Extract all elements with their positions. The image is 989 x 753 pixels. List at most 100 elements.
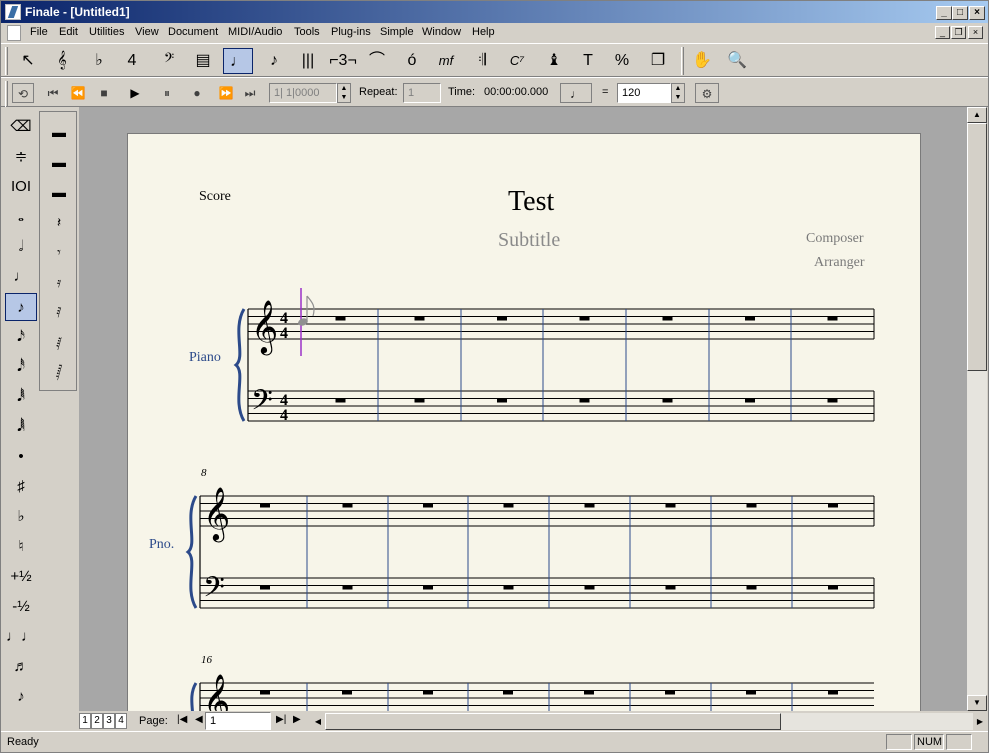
tempo-note-icon[interactable]: ♩ — [560, 83, 592, 103]
expression-tool-icon[interactable]: mf — [431, 48, 461, 74]
whole-rest-bass[interactable] — [342, 585, 353, 590]
simple-palette-tool-8-icon[interactable]: 𝅘𝅥𝅯 — [5, 323, 37, 351]
simple-palette-tool-20-icon[interactable]: ♪ — [5, 683, 37, 711]
simple-palette-tool-16-icon[interactable]: +½ — [5, 563, 37, 591]
play-icon[interactable]: ▶ — [124, 83, 146, 103]
stop-icon[interactable]: ■ — [93, 83, 115, 103]
whole-rest-treble[interactable] — [746, 690, 756, 695]
scroll-left-icon[interactable]: ◀ — [311, 713, 325, 730]
speedy-entry-tool-icon[interactable]: ♪ — [259, 48, 289, 74]
menu-simple[interactable]: Simple — [380, 26, 414, 38]
vertical-scrollbar[interactable]: ▲ ▼ — [967, 107, 987, 711]
simple-palette-tool-17-icon[interactable]: -½ — [5, 593, 37, 621]
whole-rest-bass[interactable] — [828, 585, 838, 590]
loop-icon[interactable]: ⟲ — [12, 83, 34, 103]
whole-rest-treble[interactable] — [584, 503, 595, 508]
doc-restore-button[interactable]: ❐ — [951, 26, 966, 39]
toolbar-grip[interactable] — [5, 47, 8, 75]
whole-rest-bass[interactable] — [579, 398, 590, 403]
page-tab-1[interactable]: 1 — [79, 713, 91, 729]
whole-rest-treble[interactable] — [584, 690, 594, 695]
menu-window[interactable]: Window — [422, 26, 461, 38]
staff-tool-icon[interactable]: 𝄞 — [47, 48, 77, 74]
simple-palette-tool-5-icon[interactable]: 𝅗𝅥 — [5, 233, 37, 261]
rewind-start-icon[interactable]: ⏮ — [42, 83, 64, 103]
simple-palette-tool-6-icon[interactable]: ♩ — [5, 263, 37, 291]
page-number-field[interactable]: 1 — [205, 712, 271, 730]
rest-tool-8-icon[interactable]: 𝅁 — [44, 328, 74, 356]
rest-tool-2-icon[interactable]: ▬ — [44, 148, 74, 176]
whole-rest-bass[interactable] — [746, 585, 757, 590]
whole-rest-treble[interactable] — [746, 503, 757, 508]
whole-rest-treble[interactable] — [503, 690, 513, 695]
menu-midi-audio[interactable]: MIDI/Audio — [228, 26, 282, 38]
prev-page-icon[interactable]: ◀ — [195, 714, 203, 725]
rest-tool-7-icon[interactable]: 𝅀 — [44, 298, 74, 326]
whole-rest-bass[interactable] — [665, 585, 676, 590]
simple-palette-tool-1-icon[interactable]: ⌫ — [5, 113, 37, 141]
simple-palette-tool-15-icon[interactable]: ♮ — [5, 533, 37, 561]
whole-rest-bass[interactable] — [503, 585, 514, 590]
rewind-icon[interactable]: ⏪ — [67, 83, 89, 103]
measure-position-field[interactable]: 1| 1|0000 — [269, 83, 337, 103]
doc-minimize-button[interactable]: _ — [935, 26, 950, 39]
hand-grabber-tool-icon[interactable]: ✋ — [687, 48, 717, 74]
first-page-icon[interactable]: |◀ — [177, 714, 187, 725]
hyperscribe-tool-icon[interactable]: ||| — [293, 48, 323, 74]
rest-tool-5-icon[interactable]: 𝄾 — [44, 238, 74, 266]
maximize-button[interactable]: □ — [952, 6, 968, 20]
key-signature-tool-icon[interactable]: ♭ — [84, 48, 114, 74]
simple-palette-tool-2-icon[interactable]: ≑ — [5, 143, 37, 171]
rest-tool-9-icon[interactable]: 𝅂 — [44, 358, 74, 386]
whole-rest-treble[interactable] — [665, 690, 675, 695]
grand-staff-brace[interactable] — [233, 308, 246, 422]
rest-tool-6-icon[interactable]: 𝄿 — [44, 268, 74, 296]
horizontal-scroll-thumb[interactable] — [325, 713, 781, 730]
whole-rest-treble[interactable] — [497, 316, 507, 321]
tempo-spinner[interactable]: ▲ ▼ — [671, 83, 685, 103]
whole-rest-treble[interactable] — [745, 316, 755, 321]
whole-rest-treble[interactable] — [423, 503, 433, 508]
whole-rest-treble[interactable] — [342, 690, 352, 695]
playback-settings-icon[interactable]: ⚙ — [695, 83, 719, 103]
whole-rest-bass[interactable] — [414, 398, 425, 403]
simple-palette-tool-13-icon[interactable]: ♯ — [5, 473, 37, 501]
menu-help[interactable]: Help — [472, 26, 495, 38]
scroll-up-icon[interactable]: ▲ — [967, 107, 987, 123]
next-page-icon[interactable]: ▶| — [276, 714, 286, 725]
whole-rest-bass[interactable] — [662, 398, 673, 403]
whole-rest-treble[interactable] — [828, 503, 838, 508]
measure-tool-icon[interactable]: ▤ — [188, 48, 218, 74]
whole-rest-bass[interactable] — [260, 585, 270, 590]
menu-file[interactable]: File — [30, 26, 48, 38]
simple-palette-tool-14-icon[interactable]: ♭ — [5, 503, 37, 531]
text-tool-icon[interactable]: T — [573, 48, 603, 74]
fast-forward-end-icon[interactable]: ⏭ — [239, 83, 261, 103]
rest-tool-4-icon[interactable]: 𝄽 — [44, 208, 74, 236]
whole-rest-treble[interactable] — [662, 316, 673, 321]
simple-palette-tool-10-icon[interactable]: 𝅘𝅥𝅱 — [5, 383, 37, 411]
whole-rest-bass[interactable] — [423, 585, 433, 590]
minimize-button[interactable]: _ — [936, 6, 952, 20]
last-page-icon[interactable]: ▶ — [293, 714, 301, 725]
menu-view[interactable]: View — [135, 26, 159, 38]
whole-rest-bass[interactable] — [335, 398, 346, 403]
horizontal-scrollbar[interactable]: ◀ ▶ — [311, 713, 987, 730]
zoom-tool-icon[interactable]: 🔍 — [722, 48, 752, 74]
whole-rest-treble[interactable] — [423, 690, 433, 695]
scroll-down-icon[interactable]: ▼ — [967, 695, 987, 711]
clef-tool-icon[interactable]: 𝄢 — [154, 48, 184, 74]
record-icon[interactable]: ● — [186, 83, 208, 103]
menu-document[interactable]: Document — [168, 26, 218, 38]
whole-rest-bass[interactable] — [497, 398, 507, 403]
whole-rest-treble[interactable] — [579, 316, 590, 321]
grand-staff-brace[interactable] — [190, 682, 198, 711]
lyrics-tool-icon[interactable]: ♝ — [539, 48, 569, 74]
score-page[interactable]: Score Test Subtitle Composer Arranger Pi… — [127, 133, 921, 711]
whole-rest-bass[interactable] — [584, 585, 595, 590]
tuplet-tool-icon[interactable]: ⌐3¬ — [328, 48, 358, 74]
simple-palette-tool-7-icon[interactable]: ♪ — [5, 293, 37, 321]
position-spinner[interactable]: ▲ ▼ — [337, 83, 351, 103]
close-button[interactable]: × — [969, 6, 985, 20]
chord-tool-icon[interactable]: C⁷ — [502, 48, 532, 74]
